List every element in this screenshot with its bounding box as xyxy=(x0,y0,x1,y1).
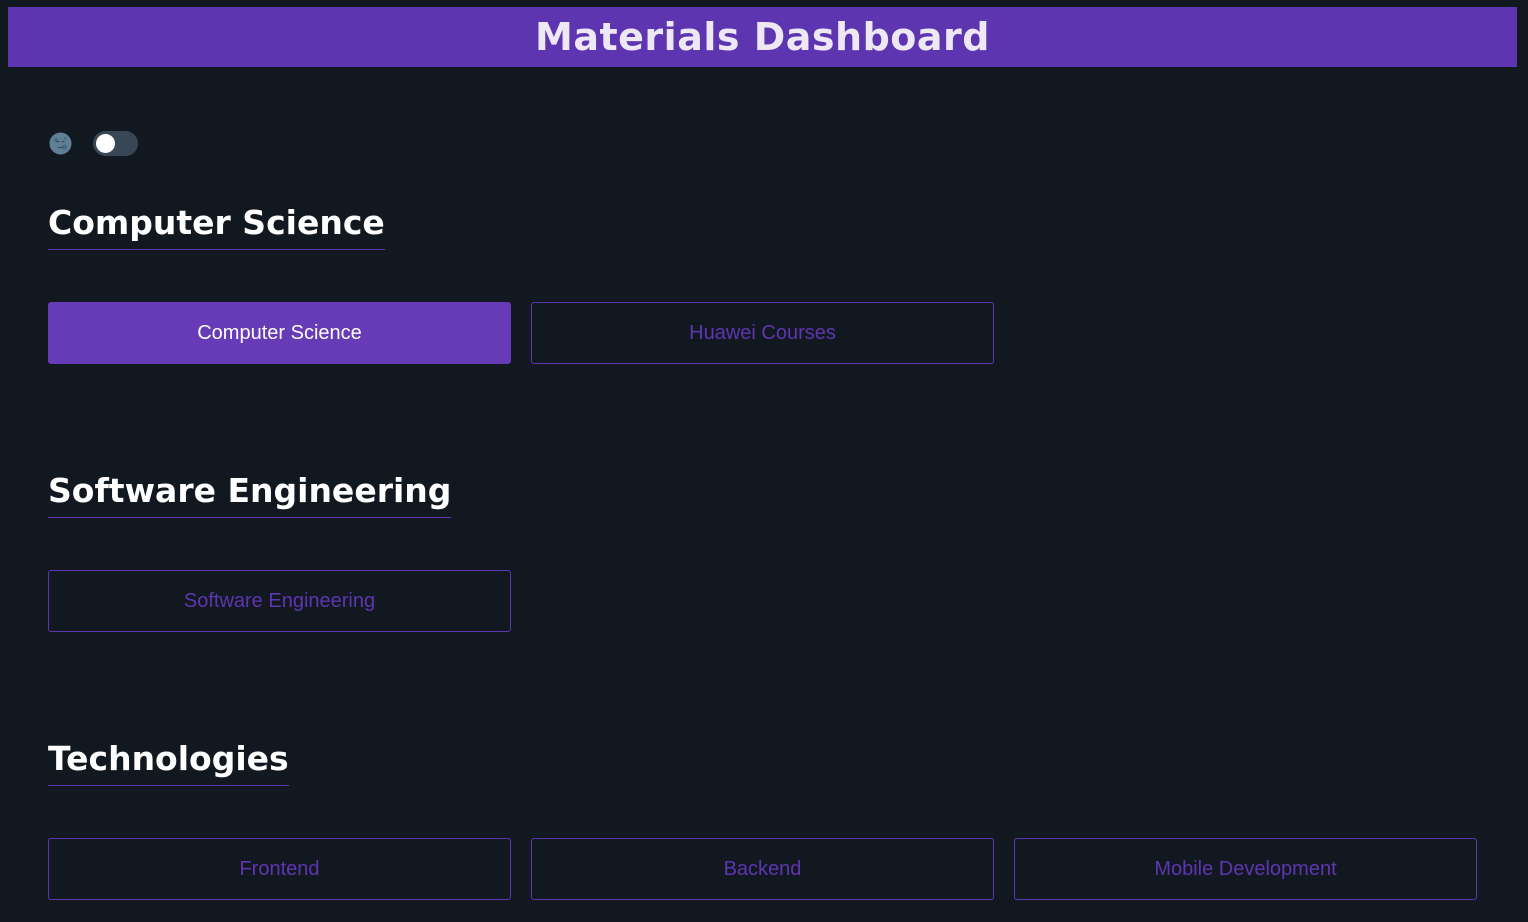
frontend-button[interactable]: Frontend xyxy=(48,838,511,900)
section-title: Software Engineering xyxy=(48,471,452,518)
section-title: Computer Science xyxy=(48,203,385,250)
section-technologies: Technologies Frontend Backend Mobile Dev… xyxy=(48,739,1477,900)
moon-icon xyxy=(49,132,72,155)
mobile-development-button[interactable]: Mobile Development xyxy=(1014,838,1477,900)
theme-switcher xyxy=(49,130,138,156)
software-engineering-button[interactable]: Software Engineering xyxy=(48,570,511,632)
computer-science-button[interactable]: Computer Science xyxy=(48,302,511,364)
button-row: Frontend Backend Mobile Development xyxy=(48,838,1477,900)
section-software-engineering: Software Engineering Software Engineerin… xyxy=(48,471,511,632)
button-row: Software Engineering xyxy=(48,570,511,632)
backend-button[interactable]: Backend xyxy=(531,838,994,900)
huawei-courses-button[interactable]: Huawei Courses xyxy=(531,302,994,364)
page-title: Materials Dashboard xyxy=(535,15,990,59)
header-bar: Materials Dashboard xyxy=(8,7,1517,67)
section-title: Technologies xyxy=(48,739,289,786)
section-computer-science: Computer Science Computer Science Huawei… xyxy=(48,203,994,364)
toggle-knob xyxy=(96,133,115,153)
button-row: Computer Science Huawei Courses xyxy=(48,302,994,364)
dark-mode-toggle[interactable] xyxy=(93,130,138,156)
